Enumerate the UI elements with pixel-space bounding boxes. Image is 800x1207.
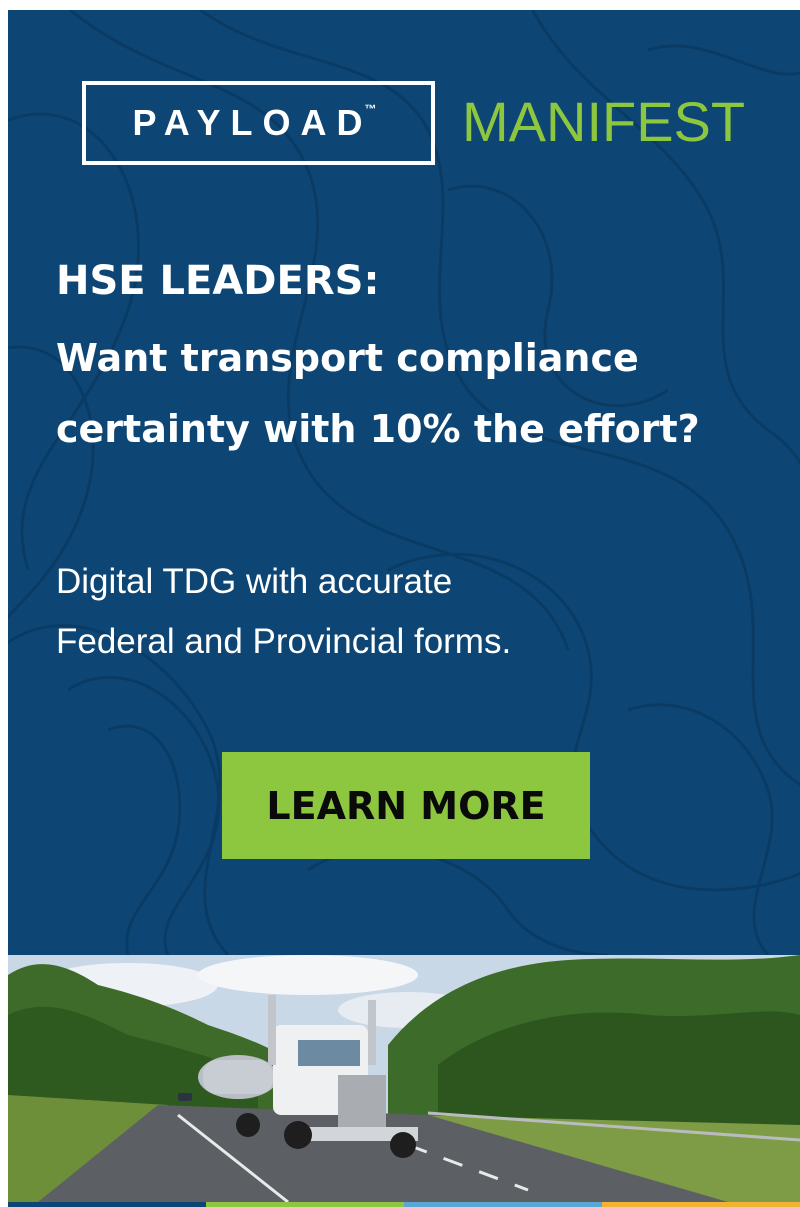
stripe-segment-green [206, 1202, 404, 1207]
logo-trademark: ™ [364, 102, 377, 116]
body-copy-line-1: Digital TDG with accurate [56, 562, 453, 601]
ad-banner: PAYLOAD ™ MANIFEST HSE LEADERS: Want tra… [8, 10, 800, 1207]
payload-logo: PAYLOAD ™ [82, 81, 435, 165]
color-stripe [8, 1202, 800, 1207]
stripe-segment-navy [8, 1202, 206, 1207]
logo-brand-text: PAYLOAD [132, 102, 373, 143]
headline-question-line-1: Want transport compliance [56, 336, 639, 380]
truck-highway-photo [8, 955, 800, 1202]
body-copy-line-2: Federal and Provincial forms. [56, 622, 512, 661]
stripe-segment-gold [602, 1202, 800, 1207]
stripe-segment-blue [404, 1202, 602, 1207]
headline-question-line-2: certainty with 10% the effort? [56, 407, 700, 451]
headline-audience: HSE LEADERS: [56, 258, 380, 304]
logo-product-text: MANIFEST [462, 90, 746, 153]
learn-more-button[interactable]: LEARN MORE [222, 752, 590, 859]
